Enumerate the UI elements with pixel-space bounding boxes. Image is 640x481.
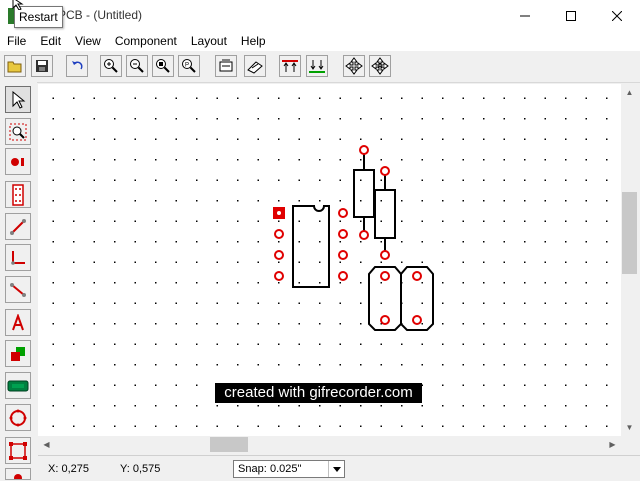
save-button[interactable] — [31, 55, 53, 77]
svg-text:P: P — [185, 63, 189, 69]
select-arrow-icon — [12, 90, 26, 109]
undo-icon — [72, 61, 83, 70]
vertical-scroll-thumb[interactable] — [622, 192, 637, 274]
zoom-fit-icon — [156, 59, 170, 73]
move-icon — [345, 57, 363, 75]
x-coordinate: X: 0,275 — [48, 463, 89, 475]
mouse-cursor-icon — [12, 0, 24, 10]
zoom-select-icon — [9, 123, 27, 140]
zoom-fit-button[interactable] — [152, 55, 174, 77]
print-icon — [247, 61, 263, 74]
dip-component[interactable] — [292, 205, 330, 288]
text-icon — [12, 313, 24, 330]
scroll-up-arrow-icon[interactable]: ▲ — [621, 84, 638, 101]
line-icon — [10, 282, 26, 297]
watermark-label: created with gifrecorder.com — [215, 383, 422, 403]
pad-top-button[interactable] — [279, 55, 301, 77]
pad-tool-button[interactable] — [5, 148, 31, 175]
track-icon — [10, 218, 26, 235]
autoroute-button[interactable]: A — [369, 55, 391, 77]
zoom-out-icon — [130, 59, 144, 73]
toolbar: P A — [0, 51, 640, 83]
snap-value: 0.025" — [270, 463, 302, 475]
close-button[interactable] — [594, 0, 640, 31]
layer-icon — [11, 346, 25, 361]
track-tool-button[interactable] — [5, 213, 31, 240]
toolbox — [0, 82, 37, 480]
menu-view[interactable]: View — [68, 31, 108, 51]
area-tool-button[interactable] — [5, 437, 31, 464]
line-tool-button[interactable] — [5, 276, 31, 303]
zoom-page-icon: P — [182, 59, 196, 73]
properties-button[interactable] — [215, 55, 237, 77]
menu-edit[interactable]: Edit — [33, 31, 68, 51]
chevron-down-icon[interactable] — [328, 461, 344, 477]
svg-text:A: A — [377, 63, 382, 70]
minimize-button[interactable] — [502, 0, 548, 31]
pad-top-icon — [282, 60, 298, 72]
area-icon — [9, 441, 27, 460]
zoom-in-button[interactable] — [100, 55, 122, 77]
y-coordinate: Y: 0,575 — [120, 463, 161, 475]
resistor-2[interactable] — [374, 166, 396, 260]
autoroute-icon: A — [371, 57, 389, 75]
menu-bar: File Edit View Component Layout Help — [0, 31, 640, 51]
snap-label: Snap: — [238, 463, 267, 475]
circle-icon — [9, 409, 27, 426]
status-bar: X: 0,275 Y: 0,575 Snap: 0.025" — [38, 455, 640, 481]
layer-tool-button[interactable] — [5, 340, 31, 367]
menu-help[interactable]: Help — [234, 31, 273, 51]
menu-component[interactable]: Component — [108, 31, 184, 51]
component-tool-button[interactable] — [5, 372, 31, 399]
dip-tool-button[interactable] — [5, 181, 31, 208]
print-button[interactable] — [244, 55, 266, 77]
resistor-1[interactable] — [353, 145, 375, 240]
zoom-in-icon — [104, 59, 118, 73]
vertical-scrollbar[interactable]: ▲ ▼ — [621, 84, 638, 436]
scroll-down-arrow-icon[interactable]: ▼ — [621, 419, 638, 436]
partial-tool-icon — [14, 474, 22, 479]
zoom-page-button[interactable]: P — [178, 55, 200, 77]
close-icon — [612, 10, 622, 21]
scrollbar-corner — [621, 436, 638, 453]
undo-button[interactable] — [66, 55, 88, 77]
horizontal-scroll-thumb[interactable] — [210, 437, 248, 452]
maximize-button[interactable] — [548, 0, 594, 31]
scroll-left-arrow-icon[interactable]: ◀ — [38, 436, 55, 453]
zoom-out-button[interactable] — [126, 55, 148, 77]
scroll-right-arrow-icon[interactable]: ▶ — [604, 436, 621, 453]
menu-file[interactable]: File — [0, 31, 33, 51]
pad-bottom-button[interactable] — [306, 55, 328, 77]
zoom-select-tool-button[interactable] — [5, 118, 31, 145]
text-tool-button[interactable] — [5, 309, 31, 336]
minimize-icon — [520, 15, 530, 16]
maximize-icon — [566, 10, 576, 21]
pad-bottom-icon — [309, 60, 325, 73]
corner-tool-button[interactable] — [5, 244, 31, 271]
title-bar: PCB - (Untitled) — [0, 0, 640, 31]
dip-pads — [273, 207, 348, 281]
more-tool-button[interactable] — [5, 468, 31, 480]
circle-tool-button[interactable] — [5, 404, 31, 431]
properties-icon — [219, 59, 233, 72]
menu-layout[interactable]: Layout — [184, 31, 234, 51]
open-folder-icon — [7, 61, 22, 73]
component-icon — [7, 380, 29, 391]
component-pair[interactable] — [368, 266, 434, 331]
save-icon — [36, 60, 48, 72]
snap-select[interactable]: Snap: 0.025" — [233, 460, 345, 478]
open-button[interactable] — [4, 55, 26, 77]
window-title: PCB - (Untitled) — [58, 8, 143, 22]
move-button[interactable] — [343, 55, 365, 77]
corner-icon — [11, 250, 25, 265]
pad-icon — [11, 157, 24, 166]
horizontal-scrollbar[interactable]: ◀ ▶ — [38, 436, 621, 453]
select-tool-button[interactable] — [5, 86, 31, 113]
dip-icon — [12, 183, 24, 206]
